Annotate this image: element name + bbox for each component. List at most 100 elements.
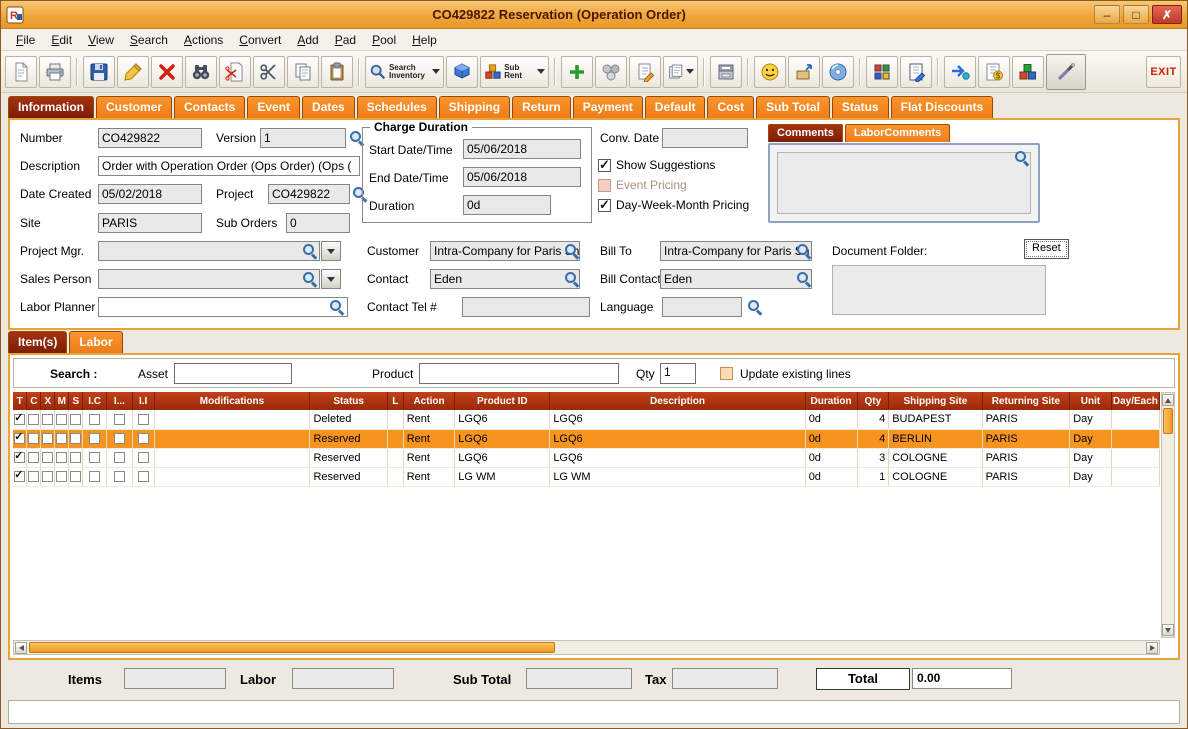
sales-person-dropdown-button[interactable] bbox=[321, 269, 341, 289]
main-tab[interactable]: Status bbox=[832, 96, 889, 118]
row-checkbox-c[interactable] bbox=[28, 471, 39, 482]
cell-day-each[interactable] bbox=[1111, 448, 1159, 467]
duration-field[interactable]: 0d bbox=[463, 195, 551, 215]
customer-field[interactable]: Intra-Company for Paris Sh bbox=[430, 241, 580, 261]
menu-item[interactable]: View bbox=[81, 31, 121, 49]
cell-action[interactable]: Rent bbox=[403, 467, 455, 486]
packages-button[interactable] bbox=[1012, 56, 1044, 88]
comments-tab[interactable]: LaborComments bbox=[845, 124, 950, 142]
horizontal-scrollbar[interactable] bbox=[13, 640, 1160, 655]
cell-l[interactable] bbox=[387, 467, 403, 486]
find-button[interactable] bbox=[185, 56, 217, 88]
reset-button[interactable]: Reset bbox=[1024, 239, 1069, 259]
cell-check-c[interactable] bbox=[27, 448, 41, 467]
items-tab[interactable]: Item(s) bbox=[8, 331, 67, 353]
contact-field[interactable]: Eden bbox=[430, 269, 580, 289]
cell-check-i2[interactable] bbox=[107, 410, 133, 429]
cell-l[interactable] bbox=[387, 448, 403, 467]
qty-input[interactable]: 1 bbox=[660, 363, 696, 384]
main-tab[interactable]: Event bbox=[247, 96, 300, 118]
cell-check-ic[interactable] bbox=[83, 410, 107, 429]
row-checkbox-x[interactable] bbox=[42, 471, 53, 482]
menu-item[interactable]: Search bbox=[123, 31, 175, 49]
column-header[interactable]: S bbox=[69, 392, 83, 410]
column-header[interactable]: L bbox=[387, 392, 403, 410]
cell-duration[interactable]: 0d bbox=[805, 410, 857, 429]
site-field[interactable]: PARIS bbox=[98, 213, 202, 233]
cell-check-ii[interactable] bbox=[132, 410, 154, 429]
minimize-button[interactable]: – bbox=[1094, 5, 1120, 24]
edit-button[interactable] bbox=[117, 56, 149, 88]
menu-item[interactable]: Add bbox=[290, 31, 325, 49]
row-checkbox-m[interactable] bbox=[56, 452, 67, 463]
cell-check-i2[interactable] bbox=[107, 467, 133, 486]
cell-check-s[interactable] bbox=[69, 448, 83, 467]
row-checkbox-i2[interactable] bbox=[114, 471, 125, 482]
cell-returning-site[interactable]: PARIS bbox=[982, 467, 1070, 486]
column-header[interactable]: Day/Each bbox=[1111, 392, 1159, 410]
cell-product-id[interactable]: LGQ6 bbox=[455, 429, 550, 448]
comments-search-icon[interactable] bbox=[1013, 149, 1030, 166]
cell-day-each[interactable] bbox=[1111, 410, 1159, 429]
cell-action[interactable]: Rent bbox=[403, 410, 455, 429]
column-header[interactable]: Action bbox=[403, 392, 455, 410]
row-checkbox-ic[interactable] bbox=[89, 433, 100, 444]
cell-check-m[interactable] bbox=[55, 429, 69, 448]
cell-shipping-site[interactable]: BERLIN bbox=[889, 429, 982, 448]
cell-check-m[interactable] bbox=[55, 448, 69, 467]
table-row[interactable]: Reserved Rent LGQ6 LGQ6 0d 4 BERLIN PARI… bbox=[13, 429, 1160, 448]
maximize-button[interactable]: □ bbox=[1123, 5, 1149, 24]
description-field[interactable]: Order with Operation Order (Ops Order) (… bbox=[98, 156, 360, 176]
cell-unit[interactable]: Day bbox=[1070, 467, 1112, 486]
product-cube-button[interactable] bbox=[446, 56, 478, 88]
row-checkbox-x[interactable] bbox=[42, 433, 53, 444]
cell-qty[interactable]: 4 bbox=[857, 410, 889, 429]
main-tab[interactable]: Sub Total bbox=[756, 96, 830, 118]
row-checkbox-ic[interactable] bbox=[89, 452, 100, 463]
cell-returning-site[interactable]: PARIS bbox=[982, 410, 1070, 429]
table-row[interactable]: Deleted Rent LGQ6 LGQ6 0d 4 BUDAPEST PAR… bbox=[13, 410, 1160, 429]
cell-shipping-site[interactable]: COLOGNE bbox=[889, 448, 982, 467]
items-tab[interactable]: Labor bbox=[69, 331, 122, 353]
end-date-field[interactable]: 05/06/2018 bbox=[463, 167, 581, 187]
cell-check-ic[interactable] bbox=[83, 429, 107, 448]
row-checkbox-c[interactable] bbox=[28, 452, 39, 463]
cell-check-s[interactable] bbox=[69, 410, 83, 429]
document-folder-box[interactable] bbox=[832, 265, 1046, 315]
cell-check-m[interactable] bbox=[55, 410, 69, 429]
row-checkbox-c[interactable] bbox=[28, 433, 39, 444]
menu-item[interactable]: Pad bbox=[328, 31, 363, 49]
row-checkbox-s[interactable] bbox=[70, 433, 81, 444]
scroll-right-button[interactable] bbox=[1146, 642, 1158, 654]
cell-check-x[interactable] bbox=[41, 429, 55, 448]
update-existing-checkbox[interactable] bbox=[720, 367, 733, 380]
cell-returning-site[interactable]: PARIS bbox=[982, 448, 1070, 467]
sheets-button[interactable] bbox=[663, 56, 698, 88]
search-inventory-button[interactable]: Search Inventory bbox=[365, 56, 444, 88]
bill-contact-field[interactable]: Eden bbox=[660, 269, 812, 289]
cell-check-s[interactable] bbox=[69, 429, 83, 448]
contact-search-icon[interactable] bbox=[563, 270, 580, 287]
total-button[interactable]: Total bbox=[816, 668, 910, 690]
cell-status[interactable]: Deleted bbox=[310, 410, 387, 429]
cell-l[interactable] bbox=[387, 429, 403, 448]
cell-duration[interactable]: 0d bbox=[805, 448, 857, 467]
main-tab[interactable]: Information bbox=[8, 96, 94, 118]
row-checkbox-m[interactable] bbox=[56, 471, 67, 482]
cell-check-ic[interactable] bbox=[83, 467, 107, 486]
cell-l[interactable] bbox=[387, 410, 403, 429]
cell-product-id[interactable]: LG WM bbox=[455, 467, 550, 486]
exit-button[interactable]: EXIT bbox=[1146, 56, 1181, 88]
disc-button[interactable] bbox=[822, 56, 854, 88]
row-checkbox-c[interactable] bbox=[28, 414, 39, 425]
labor-planner-field[interactable] bbox=[98, 297, 348, 317]
main-tab[interactable]: Contacts bbox=[174, 96, 245, 118]
table-row[interactable]: Reserved Rent LG WM LG WM 0d 1 COLOGNE P… bbox=[13, 467, 1160, 486]
row-checkbox-t[interactable] bbox=[14, 452, 25, 463]
new-document-button[interactable] bbox=[5, 56, 37, 88]
cell-shipping-site[interactable]: BUDAPEST bbox=[889, 410, 982, 429]
contact-tel-field[interactable] bbox=[462, 297, 590, 317]
cell-description[interactable]: LG WM bbox=[550, 467, 805, 486]
cell-qty[interactable]: 4 bbox=[857, 429, 889, 448]
comments-tab[interactable]: Comments bbox=[768, 124, 843, 142]
